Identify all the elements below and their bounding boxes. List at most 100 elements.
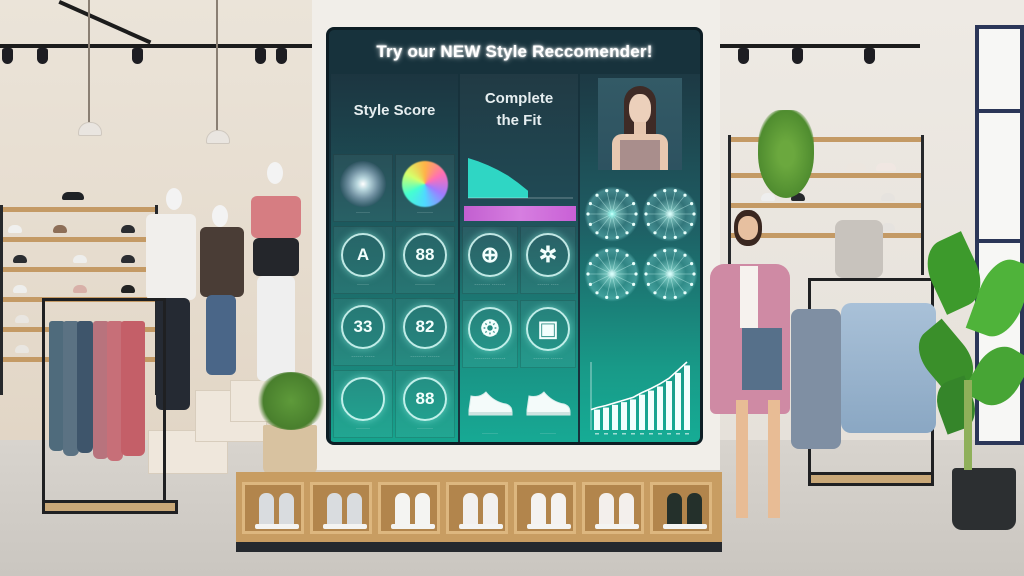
tile-label: ·········· bbox=[415, 282, 435, 288]
score-ring-icon: 82 bbox=[403, 305, 447, 349]
model-photo[interactable] bbox=[598, 78, 682, 170]
complete-fit-tile[interactable]: ▣ ········ ······ bbox=[520, 300, 576, 368]
style-score-tile[interactable]: ······· bbox=[333, 154, 393, 222]
pendant-lamp-icon bbox=[206, 130, 230, 144]
style-score-heading: Style Score bbox=[353, 102, 436, 119]
x-tick-label bbox=[658, 433, 662, 435]
clothing-rack-right bbox=[791, 278, 936, 481]
sneaker-icon bbox=[483, 493, 498, 527]
area-series bbox=[468, 158, 528, 198]
tile-label: ········ bbox=[540, 431, 556, 437]
recommendation-panel bbox=[580, 74, 700, 442]
display-title: Try our NEW Style Reccomender! bbox=[376, 42, 653, 61]
sneaker-icon bbox=[599, 493, 614, 527]
spotlight-icon bbox=[132, 48, 143, 64]
x-tick-label bbox=[604, 433, 608, 435]
bar bbox=[684, 365, 690, 430]
bar bbox=[603, 407, 609, 430]
x-tick-label bbox=[595, 433, 599, 435]
spotlight-icon bbox=[276, 48, 287, 64]
x-tick-label bbox=[685, 433, 689, 435]
hanging-plant bbox=[758, 110, 814, 198]
sneaker-icon bbox=[327, 493, 342, 527]
sparkle-icon: ✲ bbox=[526, 233, 570, 277]
bar bbox=[648, 390, 654, 430]
complete-fit-tile[interactable]: ✲ ······ ···· bbox=[520, 226, 576, 294]
sneaker-icon bbox=[279, 493, 294, 527]
shoe-cubby bbox=[650, 482, 712, 534]
complete-fit-tile[interactable]: ⊕ ········ ······· bbox=[462, 226, 518, 294]
bar bbox=[657, 386, 663, 430]
style-recommender-display[interactable]: Try our NEW Style Reccomender! Style Sco… bbox=[326, 27, 703, 445]
network-burst-icon bbox=[584, 186, 640, 242]
x-tick-label bbox=[622, 433, 626, 435]
shoe-cubby bbox=[582, 482, 644, 534]
style-score-tile[interactable]: 88 ·········· bbox=[395, 226, 455, 294]
network-burst-icon bbox=[584, 246, 640, 302]
network-burst-icon bbox=[642, 246, 698, 302]
tile-label: ········ ······· bbox=[474, 356, 506, 362]
tile-label: ········ ······ bbox=[410, 354, 440, 360]
x-tick-label bbox=[649, 433, 653, 435]
style-score-tile[interactable]: ······· bbox=[333, 370, 393, 438]
bar bbox=[594, 409, 600, 430]
sneaker-icon bbox=[463, 493, 478, 527]
score-card-icon: 33 bbox=[341, 305, 385, 349]
small-plant bbox=[255, 372, 327, 430]
style-score-tile[interactable]: ········ bbox=[395, 154, 455, 222]
trend-bar-chart bbox=[590, 361, 690, 435]
sneaker-icon bbox=[526, 391, 571, 416]
sneaker-icon bbox=[531, 493, 546, 527]
spotlight-icon bbox=[2, 48, 13, 64]
letter-grade-icon: A bbox=[341, 233, 385, 277]
shoe-cubby bbox=[378, 482, 440, 534]
score-ring-icon: 88 bbox=[403, 233, 447, 277]
plant-pot bbox=[952, 468, 1016, 530]
bar bbox=[630, 399, 636, 430]
bar bbox=[639, 394, 645, 430]
spotlight-icon bbox=[255, 48, 266, 64]
target-icon: ⊕ bbox=[468, 233, 512, 277]
tile-label: ········ bbox=[482, 431, 498, 437]
tile-label: ········ bbox=[417, 426, 433, 432]
tile-label: ······ ···· bbox=[537, 282, 559, 288]
style-score-tile[interactable]: 82 ········ ······ bbox=[395, 298, 455, 366]
complete-the-fit-heading: Complete the Fit bbox=[484, 90, 554, 129]
x-tick-label bbox=[676, 433, 680, 435]
sneaker-icon bbox=[395, 493, 410, 527]
tile-label: ······· bbox=[356, 210, 370, 216]
x-tick-label bbox=[631, 433, 635, 435]
hanging-sweater bbox=[835, 220, 883, 278]
spotlight-icon bbox=[864, 48, 875, 64]
large-plant bbox=[907, 230, 1024, 470]
complete-fit-tile[interactable]: ········ bbox=[520, 374, 576, 442]
sneaker-icon bbox=[259, 493, 274, 527]
donut-pattern-icon: ❂ bbox=[468, 307, 512, 351]
shopper bbox=[706, 210, 816, 530]
style-score-tile[interactable]: A ······ bbox=[333, 226, 393, 294]
complete-fit-tile[interactable]: ········ bbox=[462, 374, 518, 442]
tile-label: ······· bbox=[356, 426, 370, 432]
sneaker-icon bbox=[667, 493, 682, 527]
network-burst-icon bbox=[642, 186, 698, 242]
style-score-tile[interactable]: 88 ········ bbox=[395, 370, 455, 438]
x-tick-label bbox=[667, 433, 671, 435]
complete-the-fit-panel: Complete the Fit ⊕ ········ ······· ✲ ·····… bbox=[460, 74, 578, 442]
shoe-cubby bbox=[446, 482, 508, 534]
mannequin-pink-top bbox=[245, 162, 307, 392]
complete-fit-tile[interactable]: ❂ ········ ······· bbox=[462, 300, 518, 368]
pendant-lamp-icon bbox=[78, 122, 102, 136]
area-chart bbox=[468, 158, 573, 199]
light-track bbox=[0, 44, 312, 48]
clothing-rack bbox=[42, 298, 166, 509]
style-score-tile[interactable]: 33 ······ ····· bbox=[333, 298, 393, 366]
tile-label: ········ ······ bbox=[533, 356, 563, 362]
framed-item-icon: ▣ bbox=[526, 307, 570, 351]
sneaker-icon bbox=[415, 493, 430, 527]
color-wheel-icon bbox=[402, 161, 448, 207]
shoe-display bbox=[62, 192, 84, 200]
shoe-cubby bbox=[242, 482, 304, 534]
style-score-panel: Style Score ······· ········ A ······ 88 ····… bbox=[331, 74, 458, 442]
bar bbox=[666, 381, 672, 430]
sneaker-icon bbox=[468, 391, 513, 416]
